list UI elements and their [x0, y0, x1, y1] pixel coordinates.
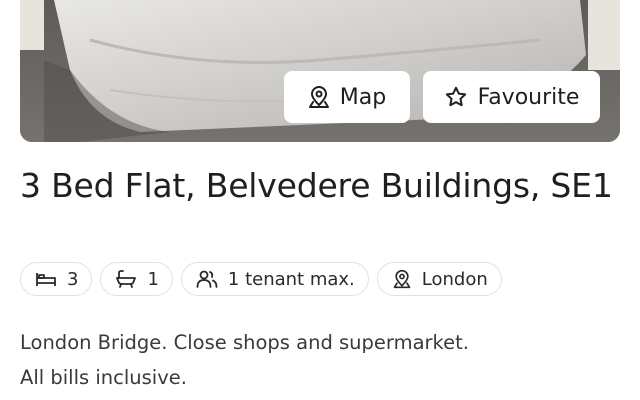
map-button-label: Map — [339, 84, 387, 110]
tenants-chip: 1 tenant max. — [180, 262, 369, 296]
description-line: All bills inclusive. — [20, 366, 187, 389]
bathrooms-chip: 1 — [100, 262, 173, 296]
favourite-button[interactable]: Favourite — [423, 71, 600, 123]
location-pin-icon — [392, 269, 412, 289]
tenants-text: 1 tenant max. — [227, 268, 355, 290]
star-icon — [444, 85, 468, 109]
description-line: London Bridge. Close shops and supermark… — [20, 331, 469, 354]
location-chip: London — [376, 262, 502, 296]
people-icon — [196, 270, 218, 288]
bathrooms-count: 1 — [147, 268, 159, 290]
bath-icon — [115, 270, 137, 288]
feature-chips: 3 1 1 tenant max. London — [20, 262, 502, 296]
bed-icon — [35, 271, 57, 287]
bedrooms-count: 3 — [67, 268, 79, 290]
listing-page: Map Favourite 3 Bed Flat, Belvedere Buil… — [0, 0, 640, 400]
map-pin-icon — [308, 85, 330, 109]
location-text: London — [421, 268, 488, 290]
map-button[interactable]: Map — [284, 71, 410, 123]
favourite-button-label: Favourite — [477, 84, 580, 110]
listing-title: 3 Bed Flat, Belvedere Buildings, SE1 — [20, 166, 613, 205]
listing-description: London Bridge. Close shops and supermark… — [20, 325, 620, 395]
bedrooms-chip: 3 — [20, 262, 93, 296]
